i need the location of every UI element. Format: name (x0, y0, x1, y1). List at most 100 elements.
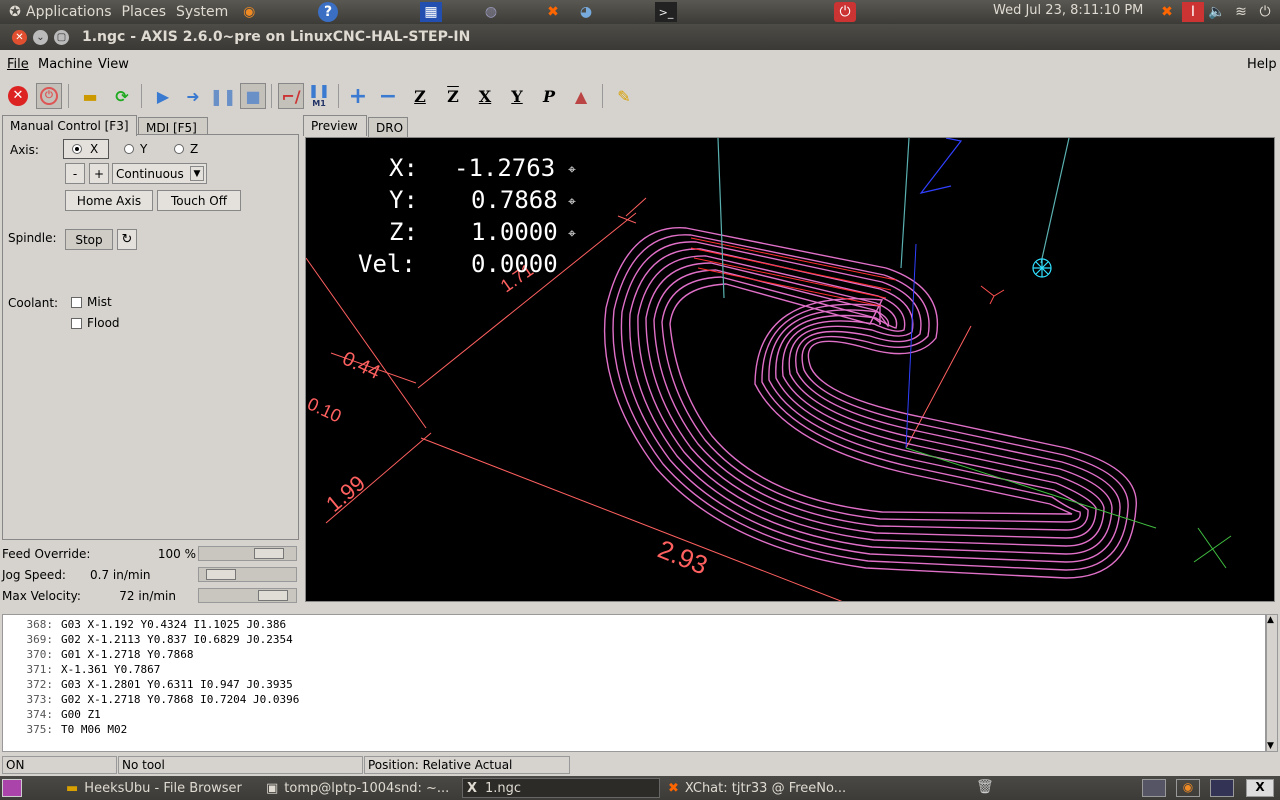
firefox-icon[interactable]: ◉ (238, 2, 260, 22)
workspace-switcher-1[interactable] (1142, 779, 1166, 797)
open-file-icon[interactable]: ▬ (77, 83, 103, 109)
help-icon[interactable]: ? (318, 2, 338, 22)
minimize-window-icon[interactable]: ⌄ (33, 30, 48, 45)
axis-radio-x-dot[interactable] (72, 144, 82, 154)
touch-off-button[interactable]: Touch Off (157, 190, 241, 211)
clock[interactable]: Wed Jul 23, 8:11:10 PM (993, 3, 1143, 18)
task-axis[interactable]: X 1.ngc (462, 778, 660, 798)
window-titlebar[interactable]: ✕ ⌄ ▢ 1.ngc - AXIS 2.6.0~pre on LinuxCNC… (0, 24, 1280, 50)
stop-icon[interactable]: ■ (240, 83, 266, 109)
scroll-up-icon[interactable]: ▲ (1267, 615, 1274, 625)
gcode-scrollbar[interactable]: ▲ ▼ (1266, 614, 1278, 752)
task-file-browser[interactable]: ▬ HeeksUbu - File Browser (62, 778, 257, 798)
xchat-task-icon: ✖ (668, 780, 679, 796)
task-xchat[interactable]: ✖ XChat: tjtr33 @ FreeNo... (664, 778, 860, 798)
task-terminal[interactable]: ▣ tomp@lptp-1004snd: ~... (262, 778, 460, 798)
estop-icon[interactable]: ✕ (5, 83, 31, 109)
jog-plus-button[interactable]: + (89, 163, 109, 184)
trash-icon[interactable]: 🗑 (976, 779, 994, 795)
home-axis-button[interactable]: Home Axis (65, 190, 153, 211)
workspace-switcher-3[interactable] (1210, 779, 1234, 797)
spindle-rotate-icon[interactable]: ↻ (117, 229, 137, 250)
view-z-icon[interactable]: Z (407, 83, 433, 109)
ubuntu-logo-icon[interactable]: ✪ (4, 2, 26, 22)
tab-preview[interactable]: Preview (303, 115, 367, 136)
axis-radio-x[interactable]: X (63, 139, 109, 159)
view-y-icon[interactable]: Y (504, 83, 530, 109)
rotate-view-icon[interactable]: ▲ (568, 83, 594, 109)
wifi-icon[interactable]: ≋ (1230, 2, 1252, 22)
scroll-down-icon[interactable]: ▼ (1267, 741, 1274, 751)
show-desktop-icon[interactable] (2, 779, 22, 797)
chevron-down-icon[interactable]: ▼ (190, 166, 204, 181)
axis-radio-z[interactable] (174, 144, 184, 154)
mist-checkbox[interactable] (71, 297, 82, 308)
gcode-line[interactable]: 370: G01 X-1.2718 Y0.7868 (3, 648, 194, 663)
menu-help[interactable]: Help (1247, 57, 1277, 72)
places-menu[interactable]: Places (122, 4, 167, 20)
max-velocity-slider[interactable] (198, 588, 297, 603)
jog-minus-button[interactable]: - (65, 163, 85, 184)
run-icon[interactable]: ▶ (150, 83, 176, 109)
dro-y-home-icon: ⌖ (568, 194, 576, 210)
jog-mode-select[interactable]: Continuous ▼ (112, 163, 207, 184)
tab-manual-control[interactable]: Manual Control [F3] (2, 115, 137, 136)
tab-dro[interactable]: DRO (368, 117, 408, 137)
menu-file[interactable]: File (7, 57, 29, 72)
feed-override-thumb[interactable] (254, 548, 284, 559)
gcode-line[interactable]: 374: G00 Z1 (3, 708, 101, 723)
power-icon[interactable]: ⏻ (36, 83, 62, 109)
toolpath-preview[interactable]: 1.71 0.44 0.10 1.99 2.93 X: -1.2763 ⌖ Y:… (305, 137, 1275, 602)
max-velocity-thumb[interactable] (258, 590, 288, 601)
workspace-switcher-4[interactable]: X (1246, 779, 1274, 797)
feed-override-slider[interactable] (198, 546, 297, 561)
globe-icon[interactable]: ◍ (480, 2, 502, 22)
flood-checkbox[interactable] (71, 318, 82, 329)
gcode-line[interactable]: 375: T0 M06 M02 (3, 723, 128, 738)
menu-machine[interactable]: Machine (38, 57, 92, 72)
pause-icon[interactable]: ❚❚ (210, 83, 237, 109)
gcode-line[interactable]: 371: X-1.361 Y0.7867 (3, 663, 161, 678)
toolpath-canvas[interactable]: 1.71 0.44 0.10 1.99 2.93 (306, 138, 1275, 602)
zoom-out-icon[interactable]: − (375, 83, 401, 109)
close-window-icon[interactable]: ✕ (12, 30, 27, 45)
xchat-icon[interactable]: ✖ (542, 2, 564, 22)
workspace-switcher-2[interactable]: ◉ (1176, 779, 1200, 797)
system-menu[interactable]: System (176, 4, 228, 20)
view-p-icon[interactable]: P (536, 83, 562, 109)
terminal-icon[interactable]: >_ (655, 2, 677, 22)
gcode-line[interactable]: 368: G03 X-1.192 Y0.4324 I1.1025 J0.386 (3, 618, 287, 633)
axis-letter-y (980, 285, 1005, 297)
dro-vel-label: Vel: (358, 250, 416, 278)
dimension-label-5: 2.93 (654, 534, 712, 581)
menu-view[interactable]: View (98, 57, 129, 72)
xchat-tray-icon[interactable]: ✖ (1156, 2, 1178, 22)
maximize-window-icon[interactable]: ▢ (54, 30, 69, 45)
applications-menu[interactable]: Applications (26, 4, 112, 20)
launcher-icon[interactable]: ▦ (420, 2, 442, 22)
session-icon[interactable]: ⏻ (1254, 2, 1276, 22)
volume-icon[interactable]: 🔈 (1206, 2, 1228, 22)
indicator-icon[interactable]: I (1182, 2, 1204, 22)
gcode-line[interactable]: 372: G03 X-1.2801 Y0.6311 I0.947 J0.3935 (3, 678, 293, 693)
dro-z-label: Z: (389, 218, 418, 246)
jog-speed-thumb[interactable] (206, 569, 236, 580)
optional-stop-icon[interactable]: ❚❚ M1 (306, 83, 332, 109)
block-delete-icon[interactable]: ⌐/ (278, 83, 304, 109)
gcode-line[interactable]: 373: G02 X-1.2718 Y0.7868 I0.7204 J0.0396 (3, 693, 300, 708)
gcode-line[interactable]: 369: G02 X-1.2113 Y0.837 I0.6829 J0.2354 (3, 633, 293, 648)
clear-plot-icon[interactable]: ✎ (611, 83, 637, 109)
view-x-icon[interactable]: X (472, 83, 498, 109)
step-icon[interactable]: ➜ (180, 83, 206, 109)
spindle-stop-button[interactable]: Stop (65, 229, 113, 250)
gcode-listing[interactable]: 368: G03 X-1.192 Y0.4324 I1.1025 J0.386 36… (2, 614, 1266, 752)
zoom-in-icon[interactable]: + (345, 83, 371, 109)
axis-radio-y[interactable] (124, 144, 134, 154)
thunderbird-icon[interactable]: ◕ (575, 2, 597, 22)
taskbar: ▬ HeeksUbu - File Browser ▣ tomp@lptp-10… (0, 776, 1280, 800)
menubar: File Machine View Help (0, 52, 1280, 76)
shutdown-icon[interactable]: ⏻ (834, 2, 856, 22)
reload-icon[interactable]: ⟳ (109, 83, 135, 109)
view-z2-icon[interactable]: Z (440, 83, 466, 109)
jog-speed-slider[interactable] (198, 567, 297, 582)
